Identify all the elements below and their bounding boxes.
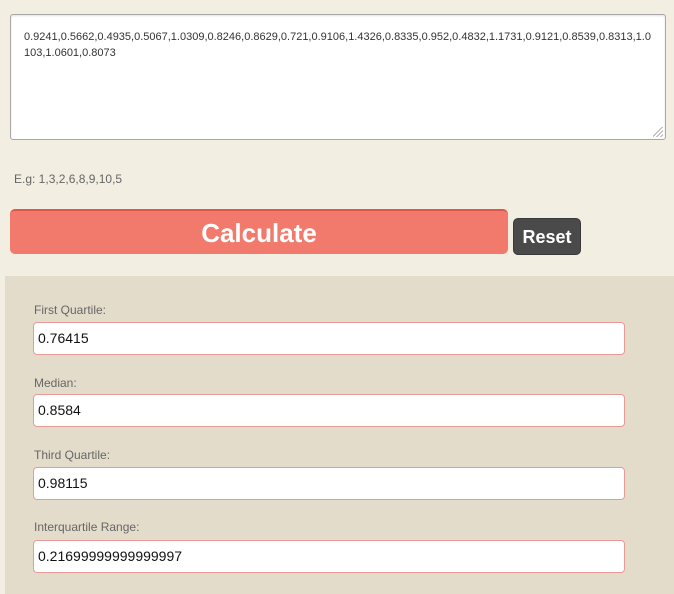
example-hint: E.g: 1,3,2,6,8,9,10,5 <box>14 172 123 186</box>
interquartile-range-label: Interquartile Range: <box>34 520 140 534</box>
first-quartile-label: First Quartile: <box>34 303 107 317</box>
reset-button[interactable]: Reset <box>513 218 581 255</box>
numbers-textarea[interactable]: 0.9241,0.5662,0.4935,0.5067,1.0309,0.824… <box>10 14 666 140</box>
interquartile-range-field[interactable]: 0.21699999999999997 <box>33 540 625 573</box>
median-field[interactable]: 0.8584 <box>33 394 625 427</box>
third-quartile-label: Third Quartile: <box>34 448 111 462</box>
numbers-textarea-value: 0.9241,0.5662,0.4935,0.5067,1.0309,0.824… <box>24 31 651 59</box>
calculator-page: 0.9241,0.5662,0.4935,0.5067,1.0309,0.824… <box>0 0 674 594</box>
first-quartile-field[interactable]: 0.76415 <box>33 322 625 355</box>
median-label: Median: <box>34 376 77 390</box>
third-quartile-field[interactable]: 0.98115 <box>33 467 625 500</box>
resize-grip-icon[interactable] <box>653 127 663 137</box>
results-panel: First Quartile: 0.76415 Median: 0.8584 T… <box>5 276 674 594</box>
calculate-button[interactable]: Calculate <box>10 209 508 254</box>
